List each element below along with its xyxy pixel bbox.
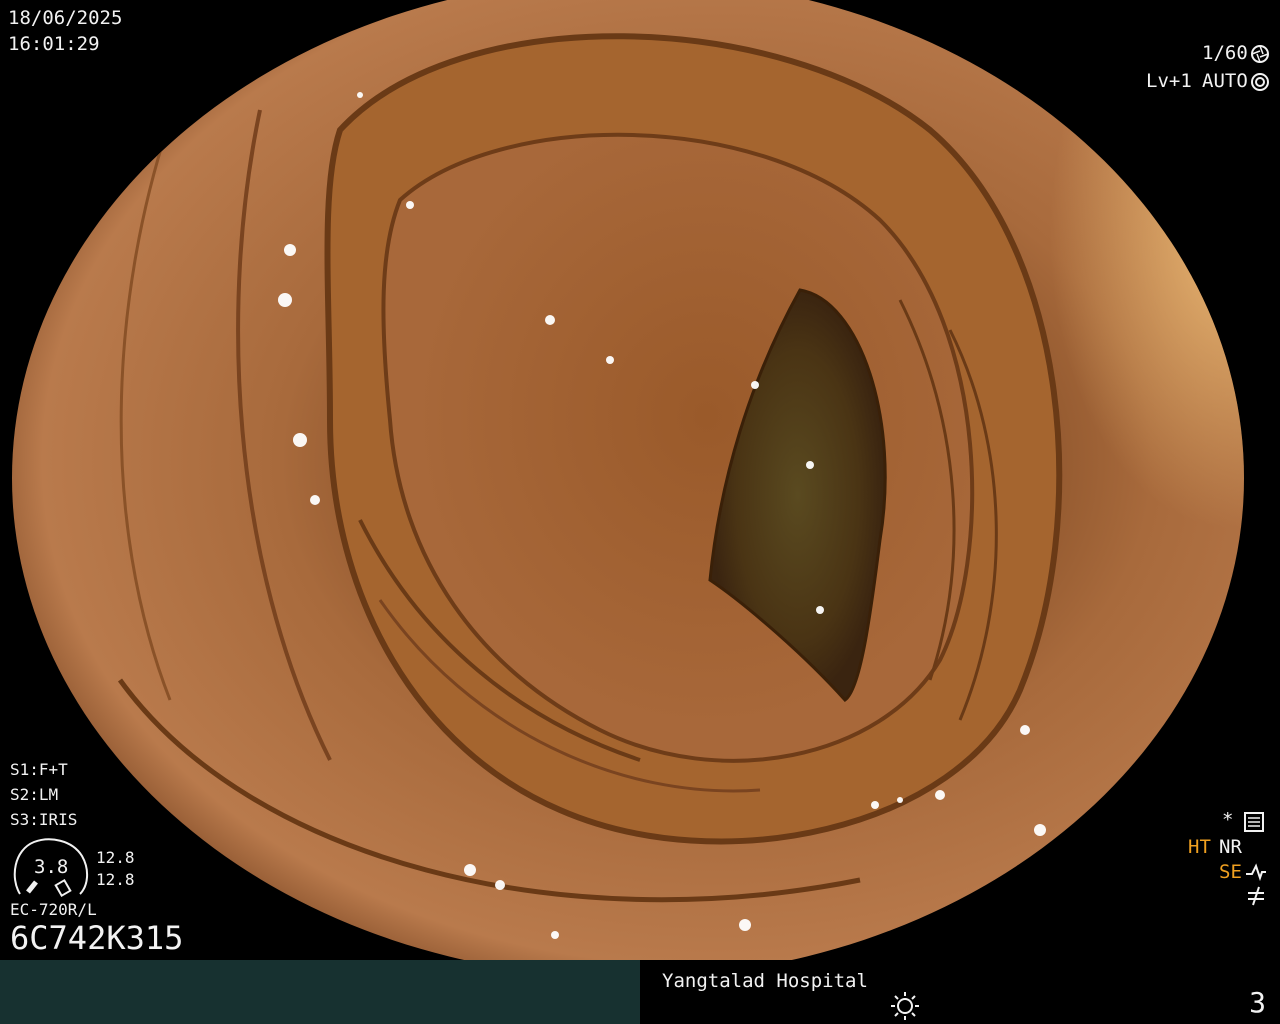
structure-icon [1246, 863, 1266, 882]
level-text: Lv+1 [1146, 70, 1192, 92]
setting-s1: S1:F+T [10, 760, 68, 779]
colon-lumen-image [12, 0, 1244, 960]
gauge-top-reading: 12.8 [96, 848, 135, 867]
gauge-bottom-reading: 12.8 [96, 870, 135, 889]
freeze-icon [1248, 886, 1264, 906]
shutter-text: 1/60 [1202, 42, 1248, 64]
ht-indicator: HT [1188, 836, 1211, 858]
se-indicator: SE [1219, 861, 1242, 883]
brightness-icon [891, 992, 919, 1020]
nr-indicator: NR [1219, 836, 1242, 858]
setting-s3: S3:IRIS [10, 810, 78, 829]
hospital-name: Yangtalad Hospital [662, 970, 868, 992]
status-bar-right: Yangtalad Hospital 3 [640, 960, 1280, 1024]
status-bar-left [0, 960, 640, 1024]
settings-icon [1244, 812, 1264, 832]
shutter-icon [1251, 45, 1269, 63]
serial-number: 6C742K315 [10, 919, 184, 957]
gauge-value: 3.8 [34, 856, 69, 878]
image-counter: 3 [1249, 986, 1266, 1019]
iris-icon [1251, 73, 1269, 91]
setting-s2: S2:LM [10, 785, 59, 804]
status-bar: Yangtalad Hospital 3 [0, 960, 1280, 1024]
endoscope-view: 18/06/2025 16:01:29 1/60 Lv+1 AUTO S1:F+… [0, 0, 1280, 960]
time-text: 16:01:29 [8, 33, 100, 55]
date-text: 18/06/2025 [8, 7, 123, 29]
iris-mode-text: AUTO [1202, 70, 1248, 92]
asterisk-marker: * [1222, 809, 1234, 831]
